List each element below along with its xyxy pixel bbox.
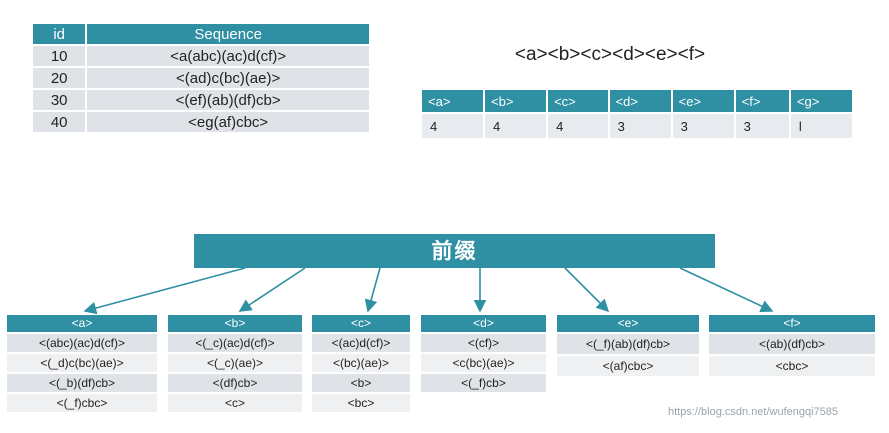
arrow-to-e	[564, 267, 610, 313]
projection-header: <b>	[168, 315, 302, 332]
projected-sequence: <c(bc)(ae)>	[421, 354, 546, 372]
projected-sequence: <(_c)(ae)>	[168, 354, 302, 372]
projected-sequence: <(cf)>	[421, 334, 546, 352]
arrow-to-c	[364, 267, 381, 313]
projected-sequence: <(af)cbc>	[557, 356, 699, 376]
projected-sequence: <(_f)cbc>	[7, 394, 157, 412]
projected-sequence: <cbc>	[709, 356, 875, 376]
projected-sequence: <(df)cb>	[168, 374, 302, 392]
projection-table-f: <f> <(ab)(df)cb> <cbc>	[709, 315, 875, 376]
projection-table-d: <d> <(cf)> <c(bc)(ae)> <(_f)cb>	[421, 315, 546, 392]
projection-header: <f>	[709, 315, 875, 332]
arrow-to-a	[83, 267, 246, 315]
prefix-root-node: 前缀	[194, 234, 715, 268]
projected-sequence: <(ab)(df)cb>	[709, 334, 875, 354]
projected-sequence: <(_d)c(bc)(ae)>	[7, 354, 157, 372]
watermark: https://blog.csdn.net/wufengqi7585	[668, 406, 839, 418]
projected-sequence: <(_c)(ac)d(cf)>	[168, 334, 302, 352]
projection-table-a: <a> <(abc)(ac)d(cf)> <(_d)c(bc)(ae)> <(_…	[7, 315, 157, 412]
projection-header: <d>	[421, 315, 546, 332]
projection-header: <c>	[312, 315, 410, 332]
projected-sequence: <(bc)(ae)>	[312, 354, 410, 372]
projected-sequence: <bc>	[312, 394, 410, 412]
arrow-to-f	[679, 267, 774, 313]
projected-sequence: <b>	[312, 374, 410, 392]
projected-sequence: <(abc)(ac)d(cf)>	[7, 334, 157, 352]
projected-sequence: <(_f)cb>	[421, 374, 546, 392]
projection-header: <a>	[7, 315, 157, 332]
projected-sequence: <c>	[168, 394, 302, 412]
projection-table-c: <c> <(ac)d(cf)> <(bc)(ae)> <b> <bc>	[312, 315, 410, 412]
arrow-to-b	[238, 267, 306, 312]
projection-header: <e>	[557, 315, 699, 332]
projected-sequence: <(_b)(df)cb>	[7, 374, 157, 392]
projected-sequence: <(ac)d(cf)>	[312, 334, 410, 352]
projected-sequence: <(_f)(ab)(df)cb>	[557, 334, 699, 354]
projection-table-b: <b> <(_c)(ac)d(cf)> <(_c)(ae)> <(df)cb> …	[168, 315, 302, 412]
projection-table-e: <e> <(_f)(ab)(df)cb> <(af)cbc>	[557, 315, 699, 376]
